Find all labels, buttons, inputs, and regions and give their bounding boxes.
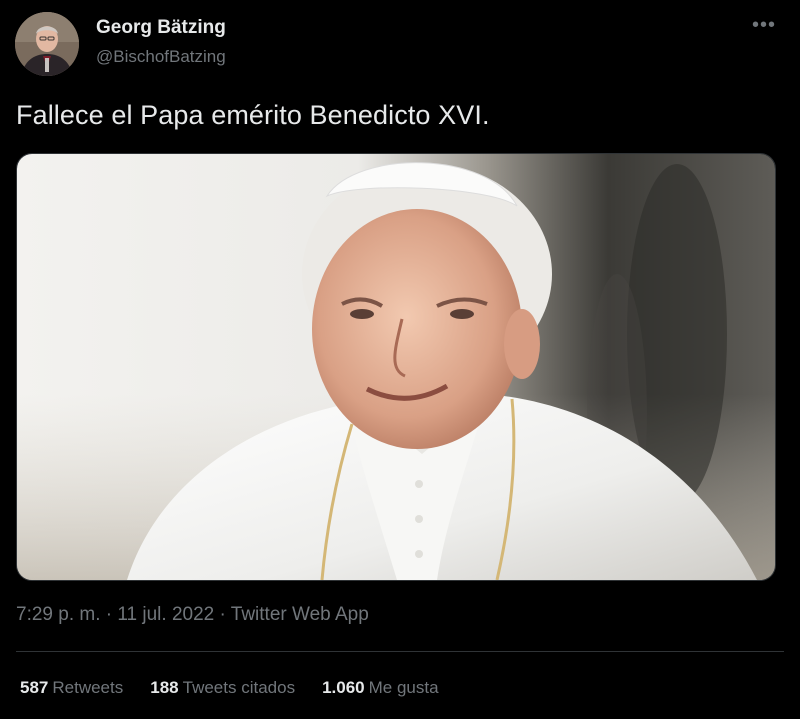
meta-separator-2: · [214,604,231,625]
author-name[interactable]: Georg Bätzing [96,17,226,39]
tweet-time[interactable]: 7:29 p. m. [16,604,101,625]
retweets-stat[interactable]: 587 Retweets [20,678,123,698]
quotes-count: 188 [150,678,179,697]
tweet-media-photo[interactable] [16,153,776,581]
pope-photo [17,154,775,580]
retweets-count: 587 [20,678,49,697]
author-handle[interactable]: @BischofBatzing [96,47,226,67]
tweet-meta: 7:29 p. m. · 11 jul. 2022 · Twitter Web … [16,604,369,626]
divider [16,651,784,652]
avatar-image [15,12,79,76]
author-avatar[interactable] [15,12,79,76]
likes-label: Me gusta [368,678,439,697]
meta-separator: · [100,604,118,625]
quotes-label: Tweets citados [182,678,296,697]
retweets-label: Retweets [52,678,124,697]
tweet-date[interactable]: 11 jul. 2022 [117,604,214,625]
more-horizontal-icon[interactable]: ••• [746,15,782,40]
tweet: Georg Bätzing @BischofBatzing ••• Fallec… [0,0,800,719]
likes-count: 1.060 [322,678,365,697]
likes-stat[interactable]: 1.060 Me gusta [322,678,438,698]
tweet-text: Fallece el Papa emérito Benedicto XVI. [16,100,490,130]
tweet-stats: 587 Retweets 188 Tweets citados 1.060 Me gu… [20,678,439,698]
tweet-source[interactable]: Twitter Web App [231,604,369,625]
quote-tweets-stat[interactable]: 188 Tweets citados [150,678,295,698]
